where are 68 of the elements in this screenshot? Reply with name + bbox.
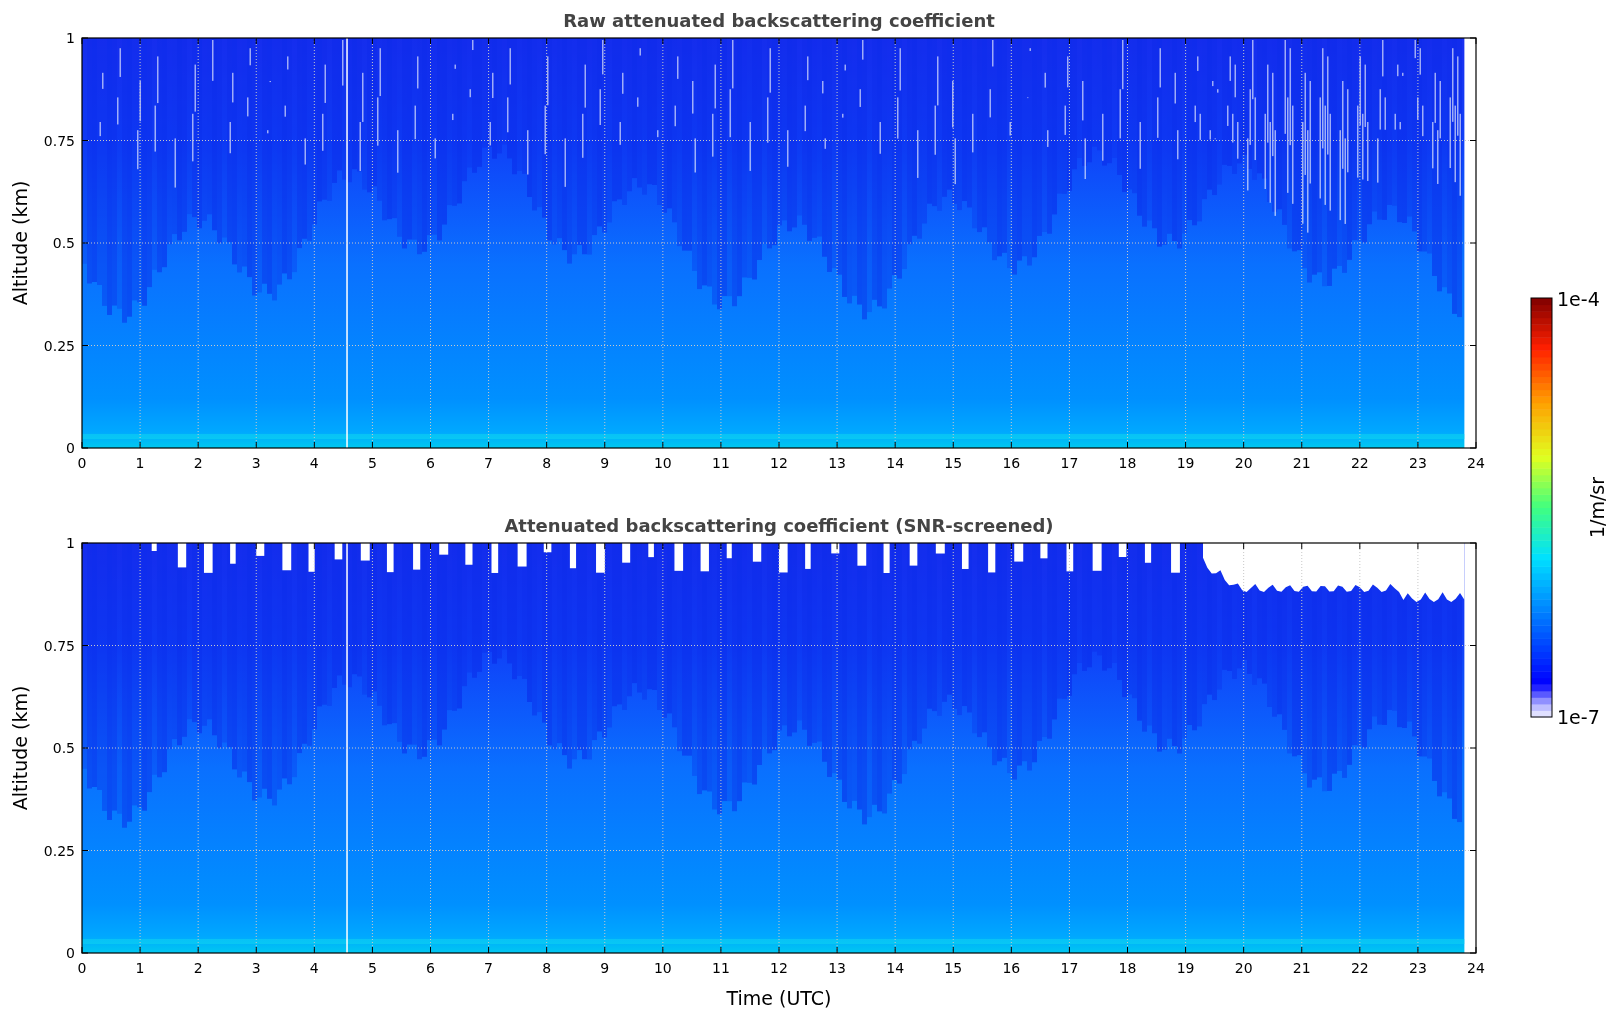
y-tick-label: 0.5 — [52, 740, 75, 756]
x-tick-label: 21 — [1292, 455, 1311, 471]
x-tick-label: 24 — [1467, 960, 1485, 976]
y-tick-label: 0 — [66, 945, 75, 961]
colorbar-unit-label: 1/m/sr — [1586, 476, 1608, 539]
x-tick-label: 22 — [1350, 960, 1369, 976]
x-tick-label: 7 — [484, 960, 494, 976]
x-tick-label: 10 — [653, 960, 672, 976]
x-tick-label: 20 — [1234, 960, 1253, 976]
x-tick-label: 10 — [653, 455, 672, 471]
x-tick-label: 23 — [1409, 960, 1427, 976]
y-tick-label: 1 — [66, 535, 75, 551]
x-tick-label: 8 — [542, 960, 552, 976]
x-tick-label: 2 — [193, 960, 203, 976]
x-tick-label: 12 — [770, 960, 788, 976]
x-tick-label: 24 — [1467, 455, 1485, 471]
x-tick-label: 16 — [1002, 455, 1021, 471]
y-tick-label: 0 — [66, 440, 75, 456]
x-tick-label: 0 — [77, 455, 87, 471]
x-axis-label: Time (UTC) — [726, 987, 832, 1009]
x-tick-label: 21 — [1292, 960, 1311, 976]
x-tick-label: 11 — [712, 455, 730, 471]
x-tick-label: 13 — [828, 960, 846, 976]
y-tick-label: 0.25 — [43, 842, 75, 859]
x-tick-label: 17 — [1060, 960, 1079, 976]
x-tick-label: 15 — [944, 960, 963, 976]
x-tick-label: 3 — [251, 960, 261, 976]
x-tick-label: 4 — [309, 960, 319, 976]
x-tick-label: 13 — [828, 455, 846, 471]
x-tick-label: 12 — [770, 455, 788, 471]
x-tick-label: 2 — [193, 455, 203, 471]
x-tick-label: 7 — [484, 455, 494, 471]
x-tick-label: 18 — [1118, 960, 1137, 976]
x-tick-label: 19 — [1176, 455, 1195, 471]
x-tick-label: 20 — [1234, 455, 1253, 471]
x-tick-label: 1 — [135, 455, 145, 471]
plot-title: Raw attenuated backscattering coefficient — [563, 10, 995, 31]
x-tick-label: 5 — [367, 960, 377, 976]
x-tick-label: 15 — [944, 455, 963, 471]
x-tick-label: 14 — [886, 960, 905, 976]
x-tick-label: 8 — [542, 455, 552, 471]
x-tick-label: 19 — [1176, 960, 1195, 976]
x-tick-label: 9 — [600, 960, 610, 976]
x-tick-label: 22 — [1350, 455, 1369, 471]
y-tick-label: 0.25 — [43, 337, 75, 354]
x-tick-label: 3 — [251, 455, 261, 471]
plot-title: Attenuated backscattering coefficient (SNR-screened) — [504, 515, 1054, 536]
x-tick-label: 18 — [1118, 455, 1137, 471]
x-tick-label: 1 — [135, 960, 145, 976]
y-tick-label: 0.5 — [52, 235, 75, 251]
x-tick-label: 9 — [600, 455, 610, 471]
x-tick-label: 0 — [77, 960, 87, 976]
y-tick-label: 0.75 — [43, 132, 75, 149]
colorbar-min-label: 1e-7 — [1557, 706, 1600, 728]
x-tick-label: 14 — [886, 455, 905, 471]
x-tick-label: 6 — [426, 455, 435, 471]
y-tick-label: 1 — [66, 30, 75, 46]
y-axis-label: Altitude (km) — [9, 685, 31, 811]
y-axis-label: Altitude (km) — [9, 180, 31, 306]
colorbar-max-label: 1e-4 — [1557, 288, 1600, 310]
y-tick-label: 0.75 — [43, 637, 75, 654]
x-tick-label: 23 — [1409, 455, 1427, 471]
x-tick-label: 6 — [426, 960, 435, 976]
x-tick-label: 4 — [309, 455, 319, 471]
x-tick-label: 5 — [367, 455, 377, 471]
x-tick-label: 17 — [1060, 455, 1079, 471]
x-tick-label: 16 — [1002, 960, 1021, 976]
x-tick-label: 11 — [712, 960, 730, 976]
